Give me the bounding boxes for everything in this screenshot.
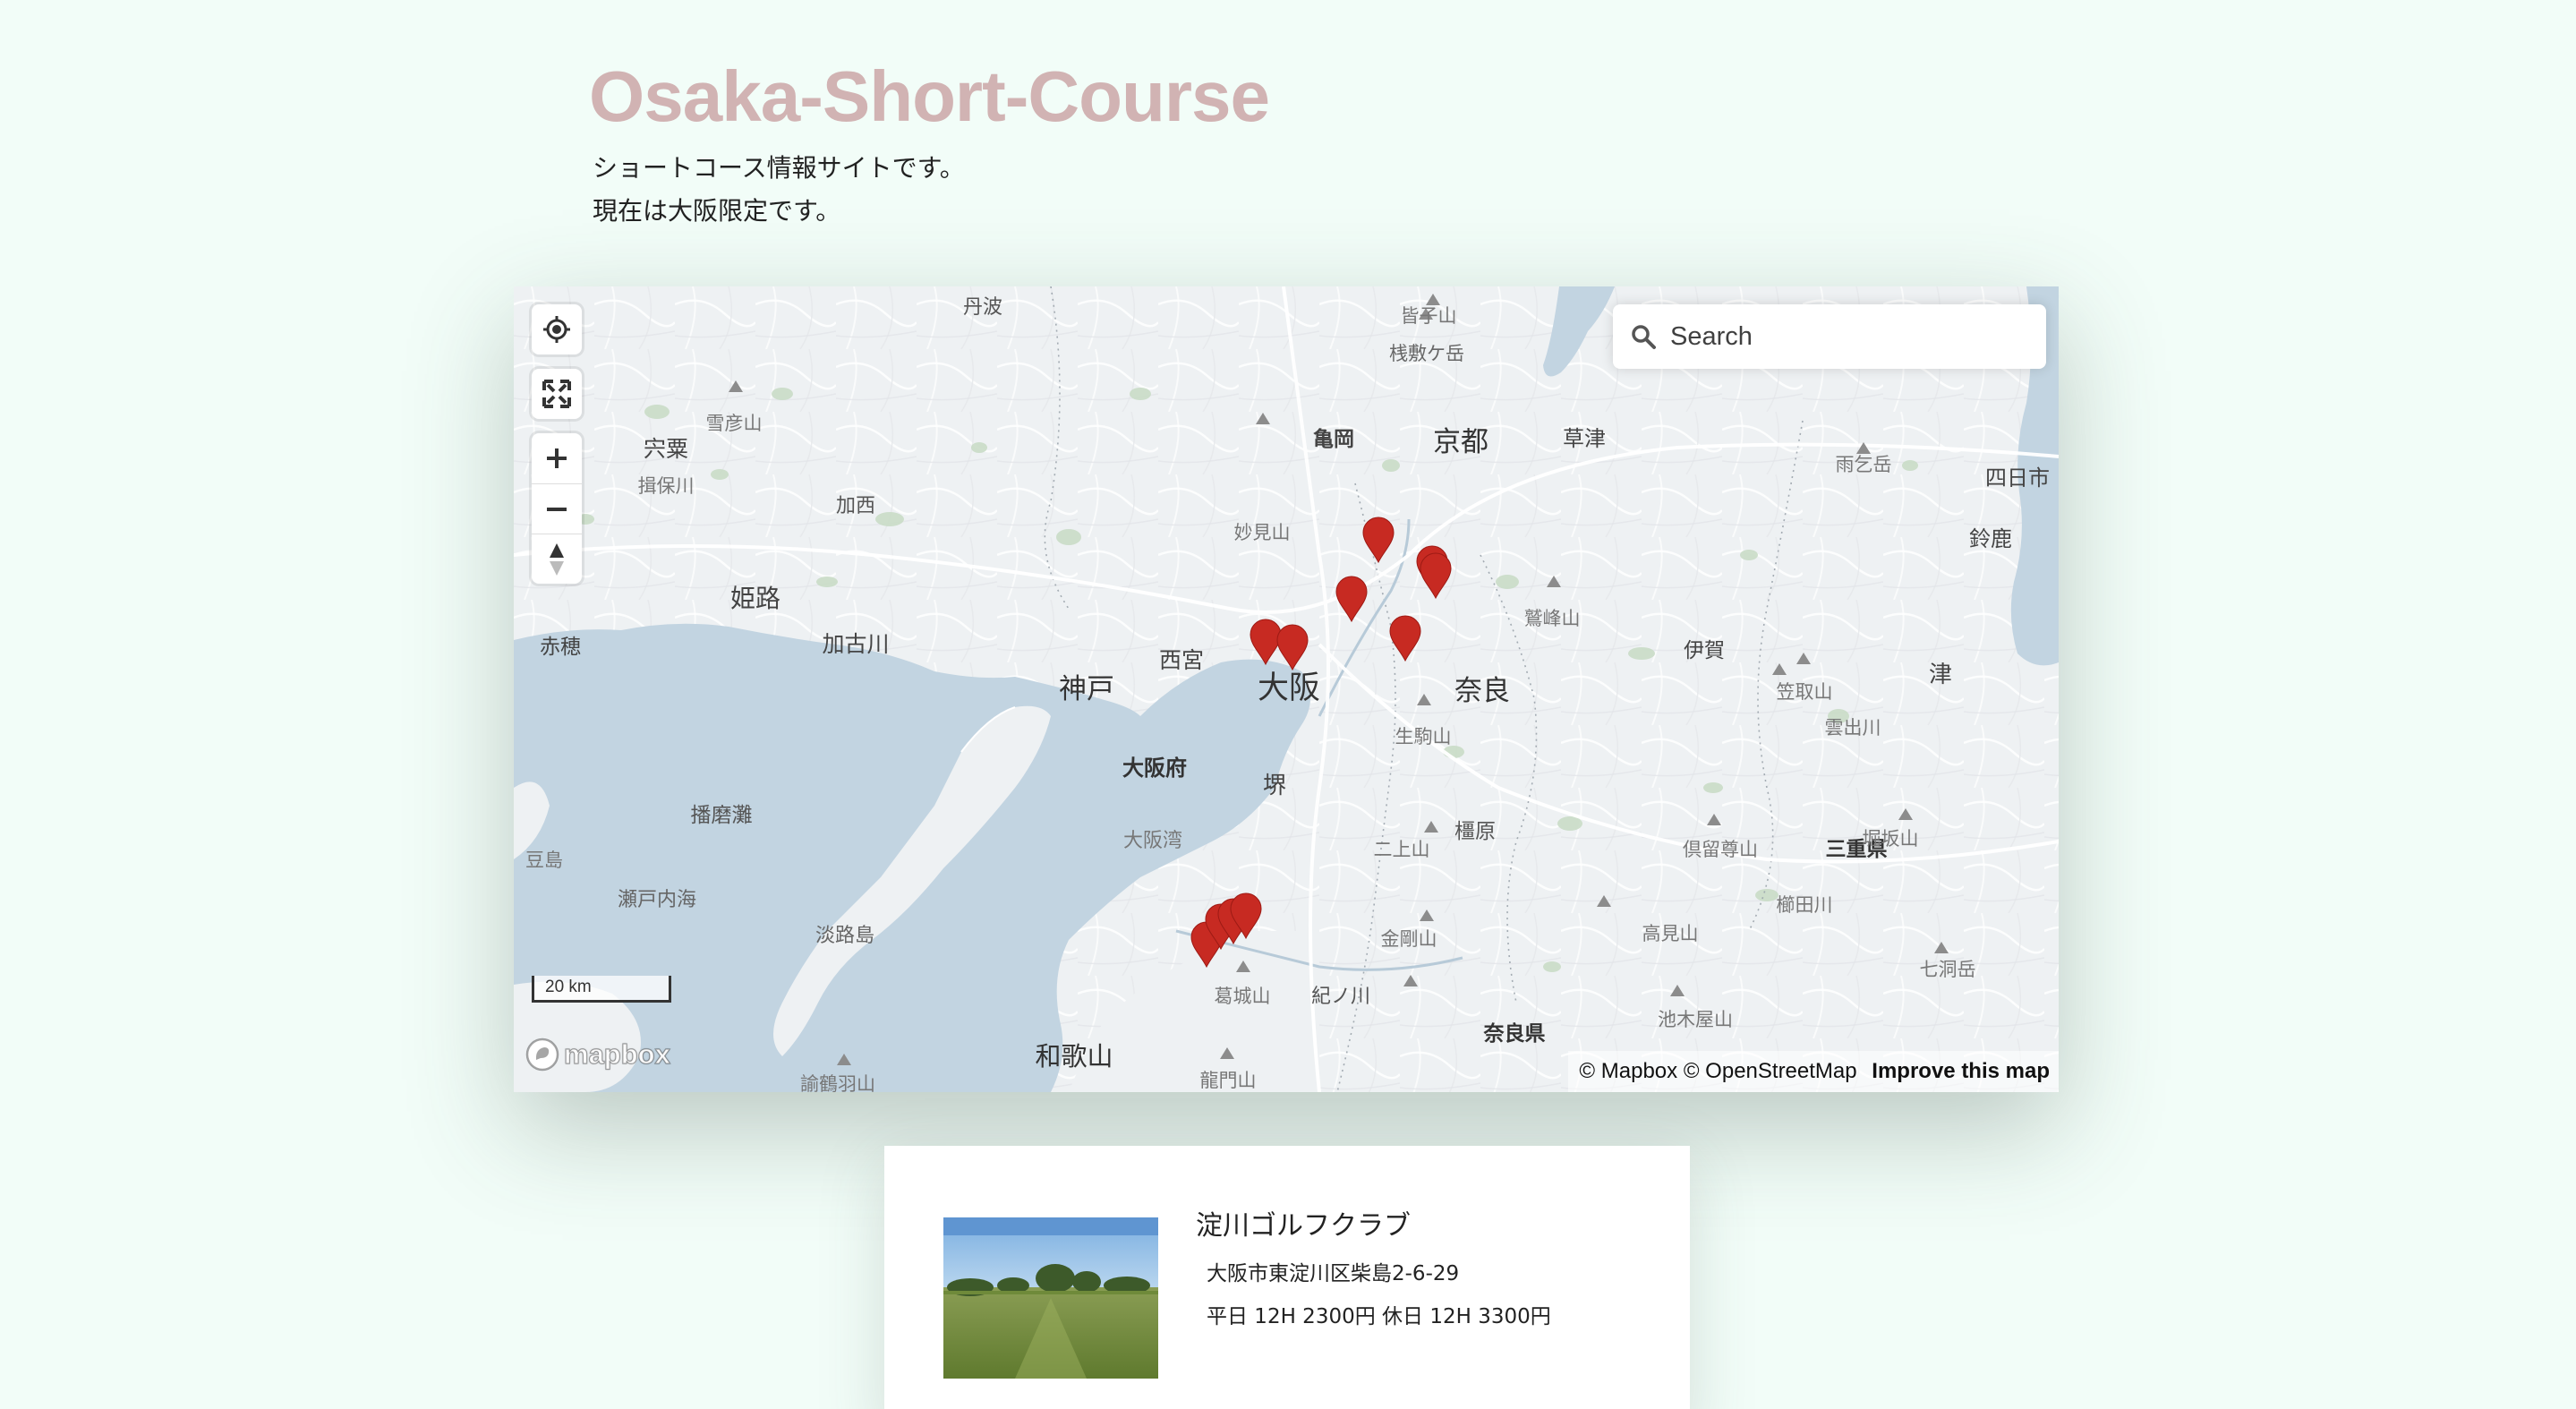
- map-label: 草津: [1563, 426, 1606, 451]
- map-label: 京都: [1433, 426, 1488, 458]
- map[interactable]: 丹波 皆子山 桟敷ケ岳 雪彦山 宍粟 揖保川 加西 亀岡 京都 草津 雨乞岳 四…: [514, 286, 2059, 1092]
- map-canvas[interactable]: 丹波 皆子山 桟敷ケ岳 雪彦山 宍粟 揖保川 加西 亀岡 京都 草津 雨乞岳 四…: [514, 286, 2059, 1092]
- map-label: 櫛田川: [1777, 894, 1833, 916]
- map-label: 和歌山: [1035, 1041, 1113, 1072]
- intro-text: ショートコース情報サイトです。 現在は大阪限定です。: [593, 147, 965, 233]
- map-label: 橿原: [1454, 820, 1496, 843]
- map-label: 二上山: [1374, 839, 1430, 860]
- map-label: 鷲峰山: [1524, 608, 1581, 629]
- map-label: 龍門山: [1200, 1070, 1257, 1091]
- course-name[interactable]: 淀川ゴルフクラブ: [1196, 1208, 1411, 1244]
- map-label: 大阪府: [1122, 756, 1187, 781]
- map-label: 加古川: [822, 631, 889, 657]
- search-box[interactable]: [1613, 304, 2046, 369]
- zoom-in-button[interactable]: [532, 433, 582, 483]
- map-label: 伊賀: [1684, 639, 1725, 662]
- mapbox-logo-text: mapbox: [563, 1038, 670, 1070]
- map-label: 雨乞岳: [1836, 454, 1892, 475]
- course-price: 平日 12H 2300円 休日 12H 3300円: [1207, 1305, 1551, 1328]
- improve-map-link[interactable]: Improve this map: [1872, 1059, 2050, 1083]
- map-label: 紀ノ川: [1311, 986, 1370, 1008]
- geolocate-control[interactable]: [532, 304, 582, 354]
- map-label: 妙見山: [1234, 522, 1291, 543]
- fullscreen-icon: [542, 380, 571, 408]
- map-label: 皆子山: [1401, 305, 1457, 327]
- zoom-out-icon: [547, 507, 567, 511]
- map-label: 笠取山: [1777, 681, 1833, 703]
- map-label: 神戸: [1059, 673, 1114, 705]
- zoom-in-icon: [547, 448, 567, 468]
- compass-icon: [550, 542, 564, 576]
- map-label: 七洞岳: [1920, 959, 1976, 980]
- map-label: 瀬戸内海: [618, 889, 696, 911]
- map-label: 堀坂山: [1863, 828, 1919, 850]
- course-address: 大阪市東淀川区柴島2-6-29: [1207, 1262, 1460, 1285]
- map-label: 葛城山: [1215, 986, 1271, 1007]
- map-label: 揖保川: [638, 475, 695, 497]
- map-label: 池木屋山: [1658, 1009, 1733, 1030]
- map-label: 播磨灘: [691, 804, 753, 827]
- fullscreen-control[interactable]: [532, 369, 582, 419]
- map-label: 奈良: [1454, 675, 1510, 707]
- geolocate-icon: [543, 316, 570, 343]
- page: Osaka-Short-Course ショートコース情報サイトです。 現在は大阪…: [0, 0, 2576, 1409]
- map-label: 西宮: [1159, 647, 1204, 673]
- map-label: 姫路: [730, 584, 780, 613]
- map-label: 宍粟: [644, 436, 688, 462]
- map-label: 赤穂: [540, 636, 581, 659]
- map-scale: 20 km: [532, 976, 671, 1003]
- mapbox-logo[interactable]: mapbox: [525, 1037, 670, 1072]
- intro-line: ショートコース情報サイトです。: [593, 153, 965, 183]
- map-label: 諭鶴羽山: [800, 1073, 875, 1092]
- intro-line: 現在は大阪限定です。: [593, 196, 841, 226]
- navigation-control[interactable]: [532, 433, 582, 584]
- map-label: 高見山: [1642, 923, 1699, 944]
- map-attribution: © Mapbox © OpenStreetMap Improve this ma…: [1568, 1051, 2059, 1092]
- geolocate-button[interactable]: [532, 304, 582, 354]
- map-label: 津: [1929, 662, 1952, 688]
- course-photo[interactable]: [943, 1217, 1158, 1379]
- map-label: 倶留尊山: [1683, 839, 1758, 860]
- map-label: 大阪: [1258, 670, 1320, 706]
- map-label: 雲出川: [1825, 717, 1881, 739]
- map-label: 金剛山: [1381, 928, 1437, 950]
- map-label: 亀岡: [1313, 428, 1354, 451]
- map-label: 丹波: [963, 296, 1002, 319]
- fullscreen-button[interactable]: [532, 369, 582, 419]
- golf-course-photo: [943, 1217, 1158, 1379]
- map-label: 加西: [836, 495, 875, 517]
- course-card[interactable]: 淀川ゴルフクラブ 大阪市東淀川区柴島2-6-29 平日 12H 2300円 休日…: [884, 1146, 1690, 1409]
- search-icon: [1632, 325, 1656, 349]
- osm-attribution-link[interactable]: © OpenStreetMap: [1684, 1059, 1857, 1083]
- zoom-out-button[interactable]: [532, 483, 582, 534]
- mapbox-logo-icon: [525, 1038, 559, 1072]
- map-label: 豆島: [525, 850, 563, 871]
- map-label: 四日市: [1985, 465, 2050, 491]
- map-label: 鈴鹿: [1969, 526, 2012, 551]
- map-label: 雪彦山: [706, 413, 763, 434]
- map-label: 桟敷ケ岳: [1389, 343, 1464, 364]
- search-input[interactable]: [1670, 304, 2028, 369]
- map-label: 大阪湾: [1123, 830, 1182, 852]
- map-label: 生駒山: [1395, 726, 1452, 747]
- map-label: 淡路島: [815, 925, 874, 947]
- map-label: 堺: [1263, 773, 1286, 799]
- compass-button[interactable]: [532, 534, 582, 584]
- mapbox-attribution-link[interactable]: © Mapbox: [1579, 1059, 1677, 1083]
- site-title: Osaka-Short-Course: [589, 56, 1270, 136]
- map-label: 奈良県: [1483, 1021, 1546, 1046]
